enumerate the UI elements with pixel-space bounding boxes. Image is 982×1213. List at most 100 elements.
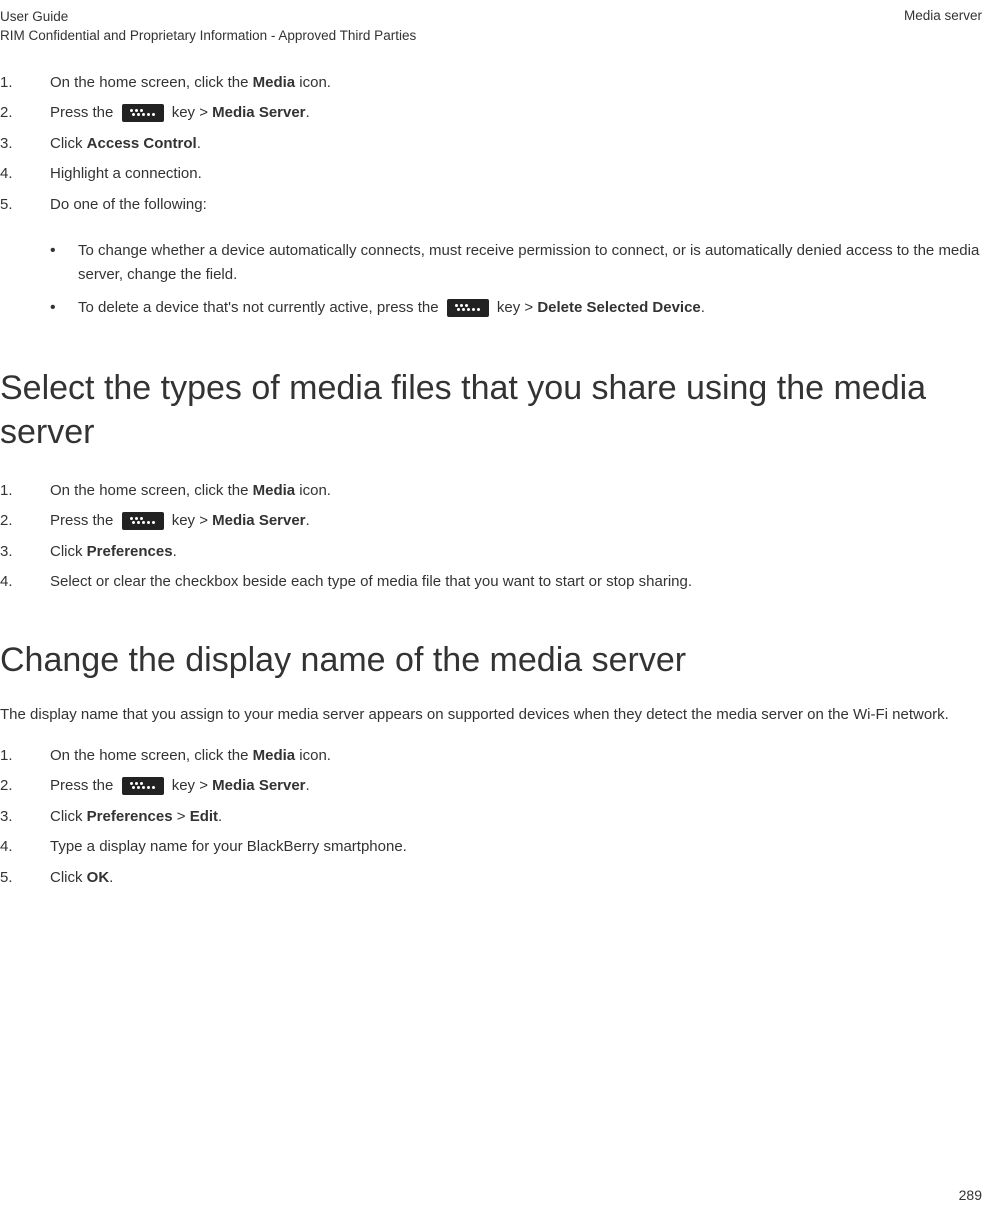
text: Click [50, 869, 87, 886]
intro-paragraph: The display name that you assign to your… [0, 704, 982, 727]
procedure-list-3: 1. On the home screen, click the Media i… [0, 741, 982, 894]
text: . [197, 135, 201, 152]
bold-text: Media Server [212, 104, 305, 121]
text: On the home screen, click the [50, 74, 253, 91]
text: . [306, 104, 310, 121]
bold-text: Delete Selected Device [537, 299, 700, 316]
confidential-notice: RIM Confidential and Proprietary Informa… [0, 27, 416, 46]
list-item: 5. Click OK. [0, 863, 982, 894]
list-item: 1. On the home screen, click the Media i… [0, 476, 982, 507]
step-number: 4. [0, 163, 50, 186]
step-text: Press the key > Media Server. [50, 510, 982, 533]
text: . [701, 299, 705, 316]
page-content: 1. On the home screen, click the Media i… [0, 50, 982, 893]
text: Press the [50, 777, 118, 794]
list-item: 4. Type a display name for your BlackBer… [0, 832, 982, 863]
step-text: Press the key > Media Server. [50, 102, 982, 125]
list-item: 2. Press the key > Media Server. [0, 771, 982, 802]
procedure-list-2: 1. On the home screen, click the Media i… [0, 476, 982, 598]
bold-text: Preferences [87, 808, 173, 825]
bold-text: Media [253, 482, 296, 499]
text: Click [50, 808, 87, 825]
text: . [306, 777, 310, 794]
header-left: User Guide RIM Confidential and Propriet… [0, 8, 416, 46]
text: key > [168, 777, 213, 794]
step-text: Click Access Control. [50, 133, 982, 156]
blackberry-key-icon [122, 777, 164, 795]
text: . [218, 808, 222, 825]
list-item: • To delete a device that's not currentl… [50, 291, 982, 326]
list-item: 4. Highlight a connection. [0, 159, 982, 190]
list-item: 3. Click Preferences. [0, 537, 982, 568]
step-text: Click OK. [50, 867, 982, 890]
text: . [306, 512, 310, 529]
step-number: 3. [0, 806, 50, 829]
step-number: 1. [0, 72, 50, 95]
text: Press the [50, 104, 118, 121]
step-text: On the home screen, click the Media icon… [50, 72, 982, 95]
page-header: User Guide RIM Confidential and Propriet… [0, 0, 982, 50]
step-number: 2. [0, 510, 50, 533]
blackberry-key-icon [447, 299, 489, 317]
text: Click [50, 543, 87, 560]
step-number: 5. [0, 194, 50, 217]
step-text: Do one of the following: [50, 194, 982, 217]
step-text: Highlight a connection. [50, 163, 982, 186]
text: icon. [295, 482, 331, 499]
bold-text: Media [253, 747, 296, 764]
list-item: 2. Press the key > Media Server. [0, 506, 982, 537]
heading-select-media-types: Select the types of media files that you… [0, 366, 982, 454]
text: On the home screen, click the [50, 482, 253, 499]
list-item: 1. On the home screen, click the Media i… [0, 741, 982, 772]
section-name: Media server [904, 8, 982, 23]
text: Press the [50, 512, 118, 529]
bullet-icon: • [50, 296, 78, 321]
list-item: 3. Click Access Control. [0, 129, 982, 160]
step-number: 4. [0, 836, 50, 859]
bullet-icon: • [50, 239, 78, 286]
step-text: Select or clear the checkbox beside each… [50, 571, 982, 594]
text: To delete a device that's not currently … [78, 299, 443, 316]
heading-change-display-name: Change the display name of the media ser… [0, 638, 982, 682]
list-item: 4. Select or clear the checkbox beside e… [0, 567, 982, 598]
text: . [173, 543, 177, 560]
step-number: 5. [0, 867, 50, 890]
step-text: Press the key > Media Server. [50, 775, 982, 798]
list-item: 2. Press the key > Media Server. [0, 98, 982, 129]
list-item: 5. Do one of the following: [0, 190, 982, 221]
step-number: 3. [0, 133, 50, 156]
step-number: 2. [0, 102, 50, 125]
bold-text: Media [253, 74, 296, 91]
bold-text: Media Server [212, 777, 305, 794]
list-item: 1. On the home screen, click the Media i… [0, 68, 982, 99]
sub-bullet-list: • To change whether a device automatical… [50, 234, 982, 325]
bold-text: Media Server [212, 512, 305, 529]
text: . [109, 869, 113, 886]
text: On the home screen, click the [50, 747, 253, 764]
bold-text: Access Control [87, 135, 197, 152]
header-right: Media server [904, 8, 982, 46]
list-item: • To change whether a device automatical… [50, 234, 982, 291]
step-text: Type a display name for your BlackBerry … [50, 836, 982, 859]
page-number: 289 [959, 1187, 982, 1203]
text: Click [50, 135, 87, 152]
step-number: 2. [0, 775, 50, 798]
text: icon. [295, 747, 331, 764]
list-item: 3. Click Preferences > Edit. [0, 802, 982, 833]
procedure-list-1: 1. On the home screen, click the Media i… [0, 68, 982, 221]
step-text: On the home screen, click the Media icon… [50, 480, 982, 503]
step-number: 4. [0, 571, 50, 594]
step-text: Click Preferences. [50, 541, 982, 564]
bold-text: Edit [190, 808, 218, 825]
blackberry-key-icon [122, 104, 164, 122]
step-text: Click Preferences > Edit. [50, 806, 982, 829]
text: key > [168, 512, 213, 529]
text: > [173, 808, 190, 825]
blackberry-key-icon [122, 512, 164, 530]
step-number: 1. [0, 480, 50, 503]
bullet-text: To delete a device that's not currently … [78, 296, 982, 321]
bold-text: OK [87, 869, 110, 886]
guide-title: User Guide [0, 8, 416, 27]
bullet-text: To change whether a device automatically… [78, 239, 982, 286]
step-number: 3. [0, 541, 50, 564]
